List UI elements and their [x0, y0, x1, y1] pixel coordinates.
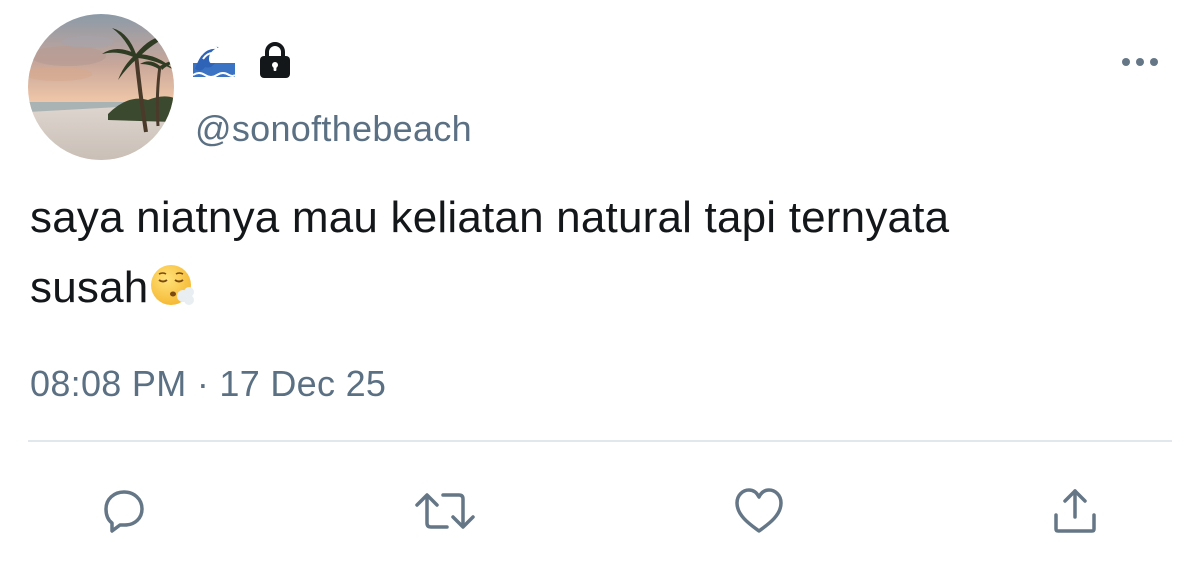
water-wave-icon — [193, 46, 235, 78]
more-options-icon — [1122, 58, 1158, 66]
tweet-date: 17 Dec 25 — [219, 363, 387, 404]
lock-icon — [260, 42, 290, 78]
like-button[interactable] — [731, 483, 787, 539]
tweet-time: 08:08 PM — [30, 363, 187, 404]
share-icon — [1054, 489, 1096, 533]
tweet-text-line-1: saya niatnya mau keliatan natural tapi t… — [30, 193, 950, 242]
more-options-button[interactable] — [1118, 44, 1162, 80]
retweet-button[interactable] — [413, 483, 477, 539]
share-button[interactable] — [1047, 483, 1103, 539]
face-exhaling-icon — [151, 265, 195, 305]
tweet-text: saya niatnya mau keliatan natural tapi t… — [30, 183, 1170, 323]
avatar[interactable] — [28, 14, 174, 160]
meta-separator: · — [196, 363, 210, 404]
tweet-text-line-2-word: susah — [30, 263, 149, 312]
divider — [28, 440, 1172, 442]
tweet-card: @sonofthebeach saya niatnya mau keliatan… — [0, 0, 1200, 575]
tweet-timestamp[interactable]: 08:08 PM · 17 Dec 25 — [30, 363, 386, 405]
tweet-text-line-2: susah — [30, 253, 1170, 323]
user-handle[interactable]: @sonofthebeach — [195, 108, 472, 150]
reply-icon — [104, 490, 144, 533]
like-icon — [735, 488, 783, 533]
display-name[interactable] — [193, 36, 295, 84]
reply-button[interactable] — [96, 483, 152, 539]
retweet-icon — [415, 493, 475, 529]
avatar-beach-image — [28, 14, 174, 160]
